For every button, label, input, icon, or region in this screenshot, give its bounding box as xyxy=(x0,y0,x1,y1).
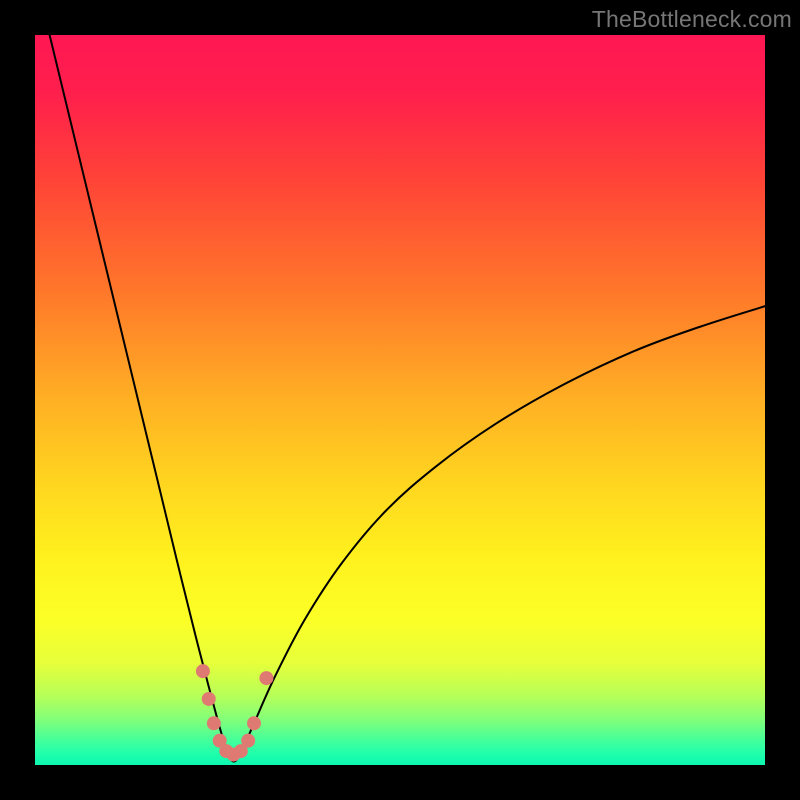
chart-svg xyxy=(35,35,765,765)
optimum-marker xyxy=(241,734,255,748)
optimum-marker xyxy=(259,671,273,685)
optimum-marker xyxy=(207,716,221,730)
plot-area xyxy=(35,35,765,765)
optimum-marker xyxy=(196,664,210,678)
watermark-text: TheBottleneck.com xyxy=(592,6,792,33)
bottleneck-curve xyxy=(50,35,765,762)
optimum-marker xyxy=(202,692,216,706)
optimum-marker xyxy=(247,716,261,730)
outer-frame: TheBottleneck.com xyxy=(0,0,800,800)
